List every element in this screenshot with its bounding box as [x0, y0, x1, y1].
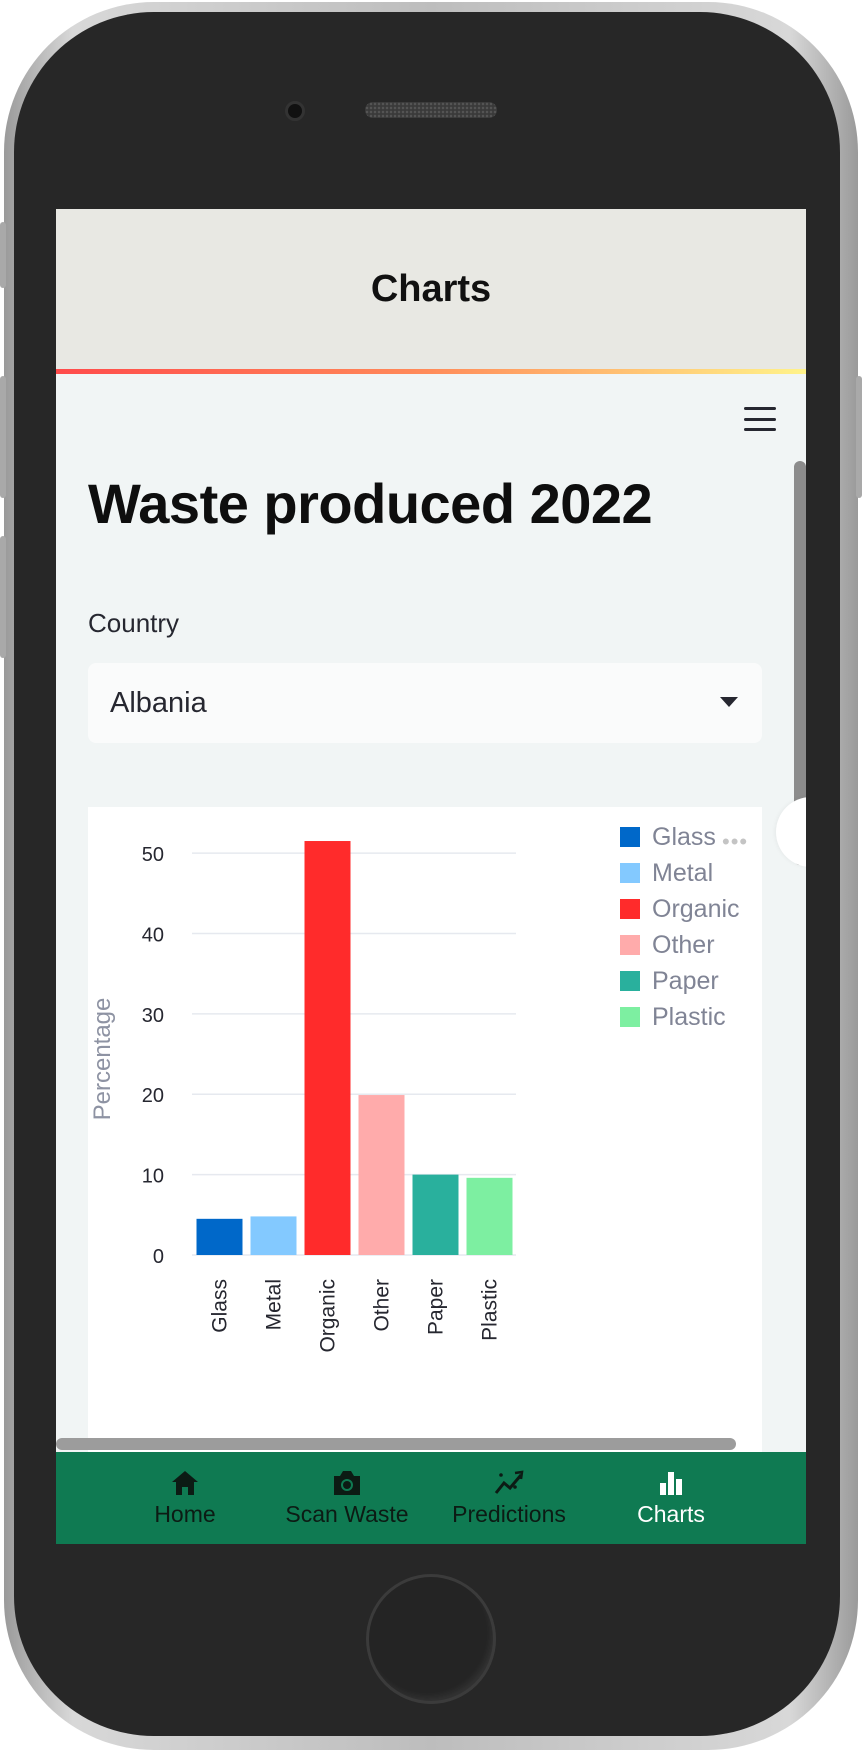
header-title: Charts [370, 267, 492, 310]
legend-item-organic[interactable]: Organic [652, 895, 740, 923]
home-icon [170, 1468, 200, 1498]
page-title: Waste produced 2022 [88, 472, 653, 535]
trend-icon [493, 1468, 525, 1498]
bar-plastic[interactable] [466, 1177, 513, 1255]
header-accent-bar [56, 369, 806, 374]
y-tick-label: 10 [142, 1166, 164, 1188]
legend-swatch [620, 827, 640, 847]
x-tick-label: Metal [263, 1279, 286, 1330]
legend-item-plastic[interactable]: Plastic [652, 1003, 726, 1031]
country-select[interactable]: Albania [88, 663, 762, 743]
nav-label-home: Home [154, 1501, 216, 1527]
y-tick-label: 0 [153, 1246, 164, 1268]
waste-bar-chart: 0 10 20 30 40 50 Glass Metal Organic Other Paper P… [89, 823, 740, 1353]
nav-item-scan-waste[interactable]: Scan Waste [266, 1452, 428, 1544]
y-tick-label: 20 [142, 1085, 164, 1107]
nav-label-scan-waste: Scan Waste [285, 1501, 409, 1527]
phone-volume-down [0, 536, 6, 658]
bar-chart-icon [656, 1468, 686, 1498]
country-select-value: Albania [110, 687, 207, 719]
x-tick-label: Paper [425, 1279, 448, 1335]
camera-icon [331, 1468, 363, 1498]
x-tick-label: Other [371, 1279, 394, 1332]
y-tick-label: 30 [142, 1005, 164, 1027]
legend-item-glass[interactable]: Glass [652, 823, 716, 851]
legend-swatch [620, 971, 640, 991]
legend-swatch [620, 899, 640, 919]
x-tick-label: Glass [209, 1279, 232, 1333]
bottom-navigation: Home Scan Waste Predictions Charts [56, 1452, 806, 1544]
legend-swatch [620, 1007, 640, 1027]
x-tick-label: Organic [317, 1279, 340, 1353]
legend-swatch [620, 935, 640, 955]
front-camera [285, 101, 305, 121]
app-header: Charts [56, 209, 806, 369]
y-tick-label: 50 [142, 844, 164, 866]
phone-home-button[interactable] [366, 1574, 496, 1704]
sidebar-expand-handle[interactable] [776, 797, 806, 867]
more-options-icon[interactable]: ••• [722, 829, 748, 855]
nav-item-charts[interactable]: Charts [590, 1452, 752, 1544]
caret-down-icon [720, 697, 738, 707]
legend-swatch [620, 863, 640, 883]
legend-item-other[interactable]: Other [652, 931, 715, 959]
nav-item-home[interactable]: Home [104, 1452, 266, 1544]
nav-label-predictions: Predictions [452, 1501, 566, 1527]
bar-paper[interactable] [412, 1174, 459, 1255]
phone-silent-switch [0, 222, 6, 288]
horizontal-scrollbar[interactable] [56, 1438, 736, 1450]
phone-power-button [856, 376, 862, 498]
app-screen: Charts Waste produced 2022 Country Alban… [56, 209, 806, 1544]
nav-item-predictions[interactable]: Predictions [428, 1452, 590, 1544]
phone-volume-up [0, 376, 6, 498]
bar-other[interactable] [358, 1095, 405, 1255]
bar-organic[interactable] [304, 841, 351, 1255]
legend-item-metal[interactable]: Metal [652, 859, 713, 887]
y-tick-label: 40 [142, 924, 164, 946]
y-axis-label: Percentage [89, 998, 116, 1121]
legend-item-paper[interactable]: Paper [652, 967, 719, 995]
country-label: Country [88, 608, 180, 638]
bar-glass[interactable] [196, 1218, 243, 1255]
bar-metal[interactable] [250, 1216, 297, 1255]
earpiece-speaker [365, 102, 497, 118]
x-tick-label: Plastic [479, 1279, 502, 1341]
nav-label-charts: Charts [637, 1501, 705, 1527]
hamburger-menu-icon[interactable] [744, 407, 776, 431]
